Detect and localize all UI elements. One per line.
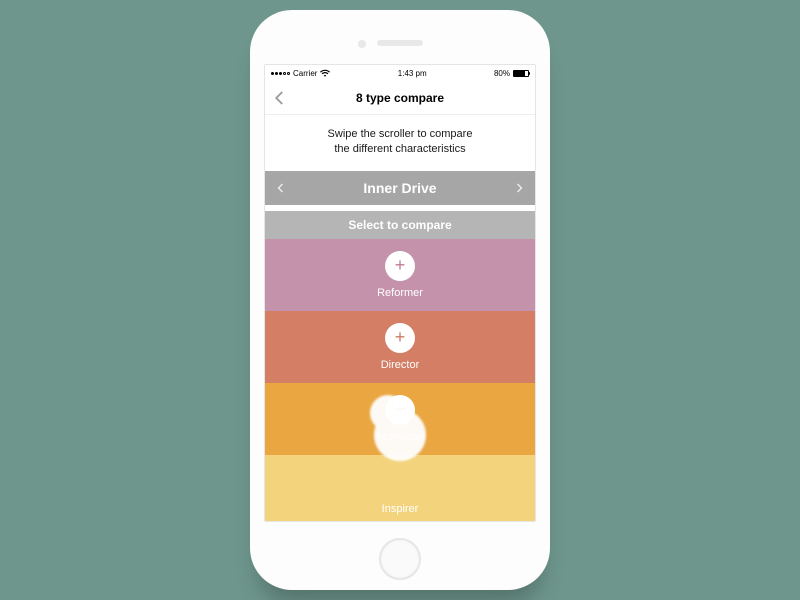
characteristic-title: Inner Drive	[363, 180, 436, 196]
type-row-reformer[interactable]: + Reformer	[265, 239, 535, 311]
instructions-line2: the different characteristics	[295, 142, 505, 157]
back-button[interactable]	[271, 89, 289, 107]
characteristic-scroller[interactable]: Inner Drive	[265, 171, 535, 205]
type-label: Director	[381, 359, 420, 371]
home-button[interactable]	[379, 538, 421, 580]
instructions-text: Swipe the scroller to compare the differ…	[265, 115, 535, 171]
status-bar: Carrier 1:43 pm 80%	[265, 65, 535, 81]
phone-frame: Carrier 1:43 pm 80% 8 type compare Swipe…	[250, 10, 550, 590]
select-header: Select to compare	[265, 211, 535, 239]
scroller-prev-button[interactable]	[275, 182, 287, 194]
status-right: 80%	[494, 69, 529, 78]
page-title: 8 type compare	[356, 91, 444, 105]
battery-icon	[513, 70, 529, 77]
phone-speaker	[377, 40, 423, 46]
scroller-next-button[interactable]	[513, 182, 525, 194]
add-motivator-button[interactable]: +	[385, 395, 415, 425]
status-left: Carrier	[271, 69, 330, 78]
carrier-label: Carrier	[293, 69, 317, 78]
battery-pct-label: 80%	[494, 69, 510, 78]
signal-dots-icon	[271, 72, 290, 75]
screen: Carrier 1:43 pm 80% 8 type compare Swipe…	[264, 64, 536, 522]
type-row-inspirer[interactable]: + Inspirer	[265, 455, 535, 522]
navbar: 8 type compare	[265, 81, 535, 115]
phone-camera	[358, 40, 366, 48]
type-row-motivator[interactable]: + Motivator	[265, 383, 535, 455]
add-director-button[interactable]: +	[385, 323, 415, 353]
instructions-line1: Swipe the scroller to compare	[295, 127, 505, 142]
type-row-director[interactable]: + Director	[265, 311, 535, 383]
clock-label: 1:43 pm	[398, 69, 427, 78]
type-label: Motivator	[377, 431, 422, 443]
add-reformer-button[interactable]: +	[385, 251, 415, 281]
type-label: Reformer	[377, 287, 423, 299]
type-label: Inspirer	[382, 503, 419, 515]
wifi-icon	[320, 69, 330, 77]
